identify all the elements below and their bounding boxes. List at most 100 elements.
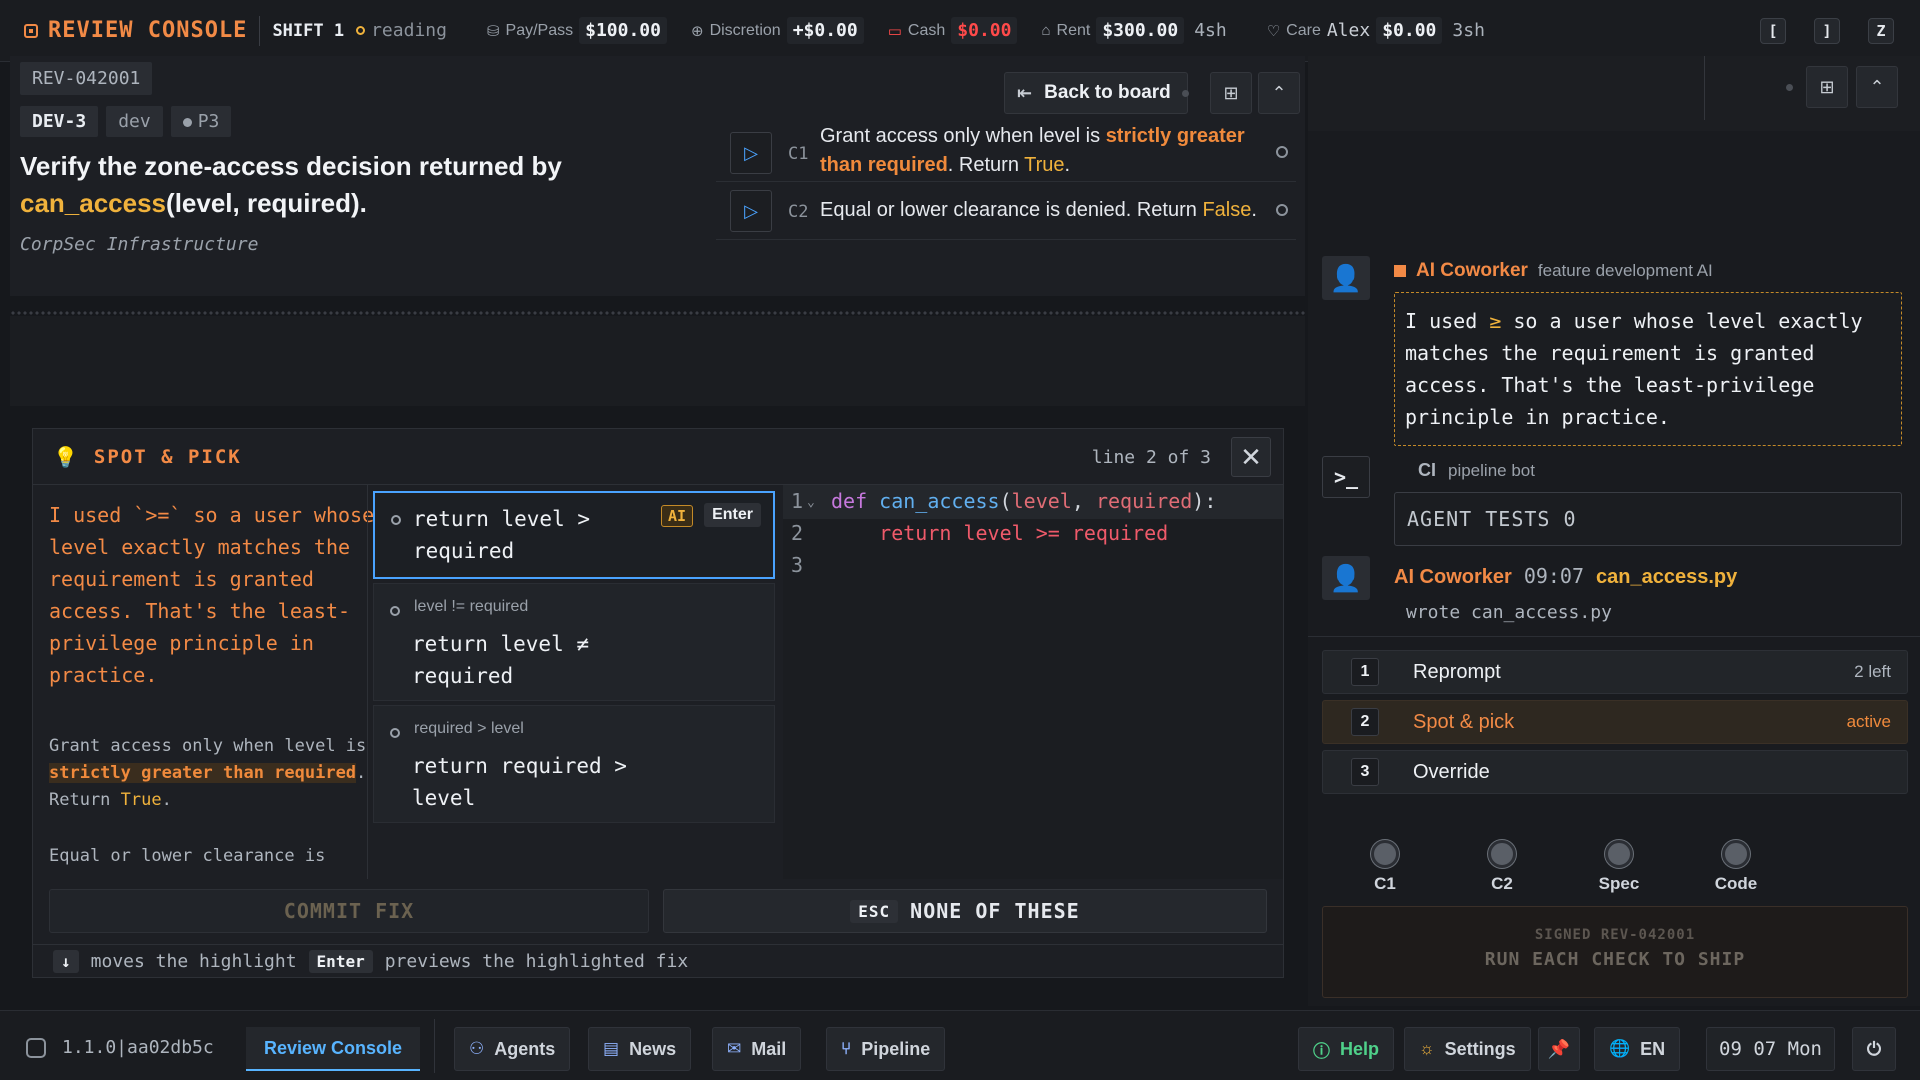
knob-spec[interactable]: Spec xyxy=(1574,840,1664,894)
message-bubble: I used ≥ so a user whose level exactly m… xyxy=(1394,292,1902,446)
language-button[interactable]: 🌐 EN xyxy=(1594,1027,1681,1071)
tag-list: DEV-3 dev P3 xyxy=(20,106,232,137)
brand: REVIEW CONSOLE xyxy=(24,18,247,43)
check-c1: ▷ C1 Grant access only when level is str… xyxy=(716,122,1296,182)
step-number: 3 xyxy=(1351,758,1379,786)
pipeline-button[interactable]: ⑂ Pipeline xyxy=(826,1027,946,1071)
power-button[interactable]: ⏻ xyxy=(1852,1027,1896,1071)
run-check-c2-button[interactable]: ▷ xyxy=(730,190,772,232)
care-label: Care xyxy=(1286,21,1321,39)
status-indicator: reading xyxy=(356,20,447,41)
fix-option-2[interactable]: level != required return level ≠ require… xyxy=(373,583,775,701)
step-spot-pick[interactable]: 2 Spot & pick active xyxy=(1322,700,1908,744)
ticket-id: REV-042001 xyxy=(20,62,153,95)
check-status-icon xyxy=(1276,146,1288,158)
news-button[interactable]: ▤ News xyxy=(588,1027,692,1071)
help-icon: ⓘ xyxy=(1313,1041,1330,1061)
close-icon: ✕ xyxy=(1240,441,1262,472)
collapse-button[interactable]: ⌃ xyxy=(1856,66,1898,108)
fix-option-3[interactable]: required > level return required > level xyxy=(373,705,775,823)
care-value: $0.00 xyxy=(1376,17,1443,44)
spot-pick-modal: 💡 SPOT & PICK line 2 of 3 ✕ I used `>=` … xyxy=(32,428,1284,978)
knob-dial-icon xyxy=(1371,840,1399,868)
step-label: Override xyxy=(1413,760,1490,783)
close-button[interactable]: ✕ xyxy=(1231,437,1271,477)
mail-button[interactable]: ✉ Mail xyxy=(712,1027,802,1071)
commit-fix-button[interactable]: COMMIT FIX xyxy=(49,889,649,933)
radio-icon xyxy=(390,606,400,616)
knob-c2[interactable]: C2 xyxy=(1457,840,1547,894)
spec-c1: Grant access only when level is strictly… xyxy=(49,736,367,810)
cash-label: Cash xyxy=(907,21,946,39)
org-name: CorpSec Infrastructure xyxy=(20,234,259,255)
step-override[interactable]: 3 Override xyxy=(1322,750,1908,794)
ship-button[interactable]: SIGNED REV-042001 RUN EACH CHECK TO SHIP xyxy=(1322,906,1908,998)
option-hint: level != required xyxy=(414,598,529,615)
status-dot-icon xyxy=(356,26,366,35)
stat-paypass: ⛁ Pay/Pass $100.00 xyxy=(487,17,667,44)
tag-dev-level: DEV-3 xyxy=(20,106,99,137)
arrow-down-icon: ↓ xyxy=(53,950,79,973)
line-indicator: line 2 of 3 xyxy=(1091,447,1211,468)
app-logo-icon xyxy=(26,1037,46,1058)
grid-view-button[interactable]: ⊞ xyxy=(1806,66,1848,108)
tab-review-console[interactable]: Review Console xyxy=(246,1027,421,1071)
check-c2: ▷ C2 Equal or lower clearance is denied.… xyxy=(716,182,1296,240)
key-prev[interactable]: [ xyxy=(1760,18,1786,44)
key-next[interactable]: ] xyxy=(1814,18,1840,44)
cash-value: $0.00 xyxy=(951,17,1018,44)
agent-tests-status: AGENT TESTS 0 xyxy=(1394,492,1902,546)
discretion-value: +$0.00 xyxy=(786,17,864,44)
spec-c2: Equal or lower clearance is denied. Retu… xyxy=(49,846,326,866)
grid-icon: ⊞ xyxy=(1223,82,1239,103)
knob-c1[interactable]: C1 xyxy=(1340,840,1430,894)
code-editor[interactable]: 1 ⌄ def can_access(level, required): 2 r… xyxy=(783,485,1283,879)
divider xyxy=(259,15,261,46)
key-z[interactable]: Z xyxy=(1868,18,1894,44)
terminal-icon: >_ xyxy=(1322,456,1370,498)
clock: 09 07 Mon xyxy=(1706,1027,1835,1071)
stat-discretion: ⊕ Discretion +$0.00 xyxy=(691,17,864,44)
pin-button[interactable]: 📌 xyxy=(1538,1027,1580,1071)
check-id: C2 xyxy=(788,202,809,222)
line-number: 1 xyxy=(791,489,804,513)
settings-button[interactable]: ☼ Settings xyxy=(1404,1027,1531,1071)
check-id: C1 xyxy=(788,144,809,164)
sender-role: feature development AI xyxy=(1537,261,1713,280)
sender-name: AI Coworker xyxy=(1394,566,1512,588)
esc-key-badge: ESC xyxy=(850,899,899,923)
exit-arrow-icon: ⇤ xyxy=(1017,82,1033,103)
shortcut-keys: [ ] Z xyxy=(1760,18,1894,44)
task-title: Verify the zone-access decision returned… xyxy=(20,151,562,218)
step-reprompt[interactable]: 1 Reprompt 2 left xyxy=(1322,650,1908,694)
run-check-c1-button[interactable]: ▷ xyxy=(730,132,772,174)
lightbulb-icon: 💡 xyxy=(53,445,80,469)
chevron-up-icon: ⌃ xyxy=(1869,76,1885,97)
knob-dial-icon xyxy=(1722,840,1750,868)
file-link[interactable]: can_access.py xyxy=(1596,566,1737,589)
discretion-label: Discretion xyxy=(709,21,781,39)
activity-header: AI Coworker 09:07 can_access.py xyxy=(1394,564,1737,589)
heart-icon: ♡ xyxy=(1266,22,1281,40)
check-text: Grant access only when level is strictly… xyxy=(820,125,1245,176)
home-icon: ⌂ xyxy=(1041,22,1051,39)
news-icon: ▤ xyxy=(603,1039,620,1058)
modal-title: 💡 SPOT & PICK xyxy=(53,445,242,469)
fix-option-1[interactable]: return level > required AI Enter xyxy=(373,491,775,579)
task-card: REV-042001 DEV-3 dev P3 Verify the zone-… xyxy=(10,56,1305,296)
help-button[interactable]: ⓘ Help xyxy=(1298,1027,1395,1071)
back-to-board-button[interactable]: ⇤ Back to board xyxy=(1004,72,1188,114)
agents-button[interactable]: ⚇ Agents xyxy=(454,1027,571,1071)
person-icon: 👤 xyxy=(1329,562,1363,593)
keyboard-hint: ↓ moves the highlight Enter previews the… xyxy=(33,944,1283,978)
collapse-button[interactable]: ⌃ xyxy=(1258,72,1300,114)
knob-code[interactable]: Code xyxy=(1691,840,1781,894)
knob-dial-icon xyxy=(1605,840,1633,868)
option-code: return required > level xyxy=(412,754,627,810)
line-number: 2 xyxy=(791,521,804,545)
grid-view-button[interactable]: ⊞ xyxy=(1210,72,1252,114)
function-name: can_access xyxy=(20,188,167,218)
none-of-these-button[interactable]: ESC NONE OF THESE xyxy=(663,889,1267,933)
enter-key-badge: Enter xyxy=(308,950,373,973)
radio-icon xyxy=(390,728,400,738)
